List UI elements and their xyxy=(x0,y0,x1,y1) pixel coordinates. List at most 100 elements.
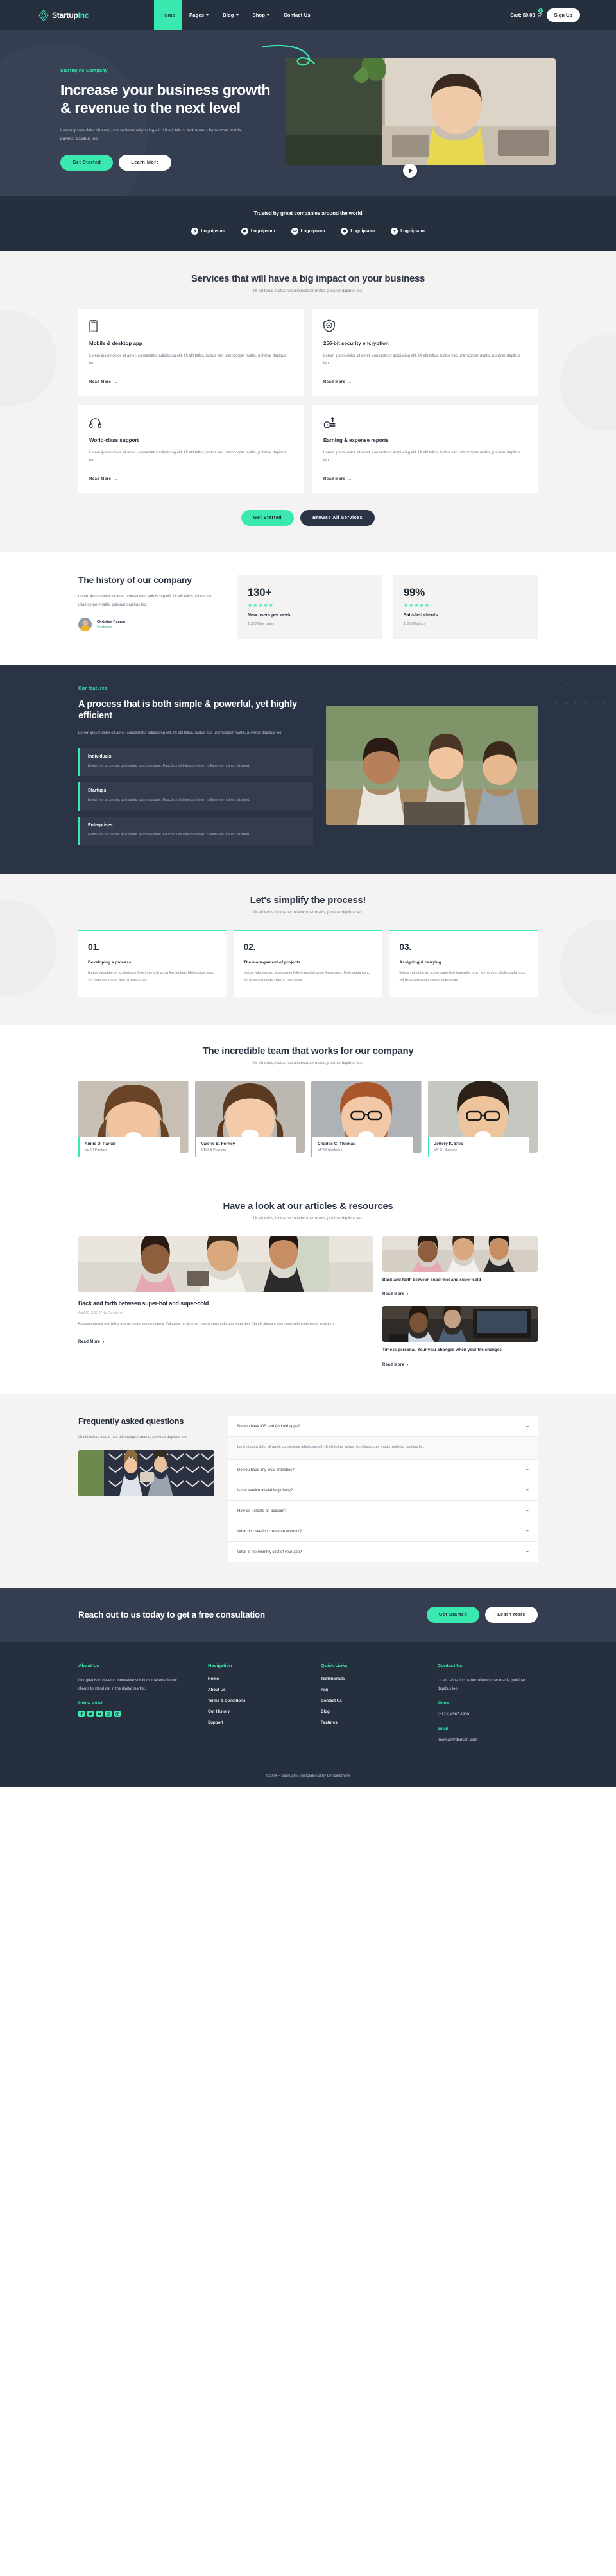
footer-email-label: Email xyxy=(438,1727,449,1731)
footer-link-terms[interactable]: Terms & Conditions xyxy=(208,1699,302,1703)
nav-item-contact-us[interactable]: Contact Us xyxy=(277,0,318,30)
testimonial-person: Christian Regran Customer xyxy=(78,618,226,632)
partner-logo-label: Logoipsum xyxy=(201,228,225,233)
hero-get-started-button[interactable]: Get Started xyxy=(60,154,114,171)
faq-question[interactable]: What do I need to create an account? + xyxy=(228,1521,538,1543)
read-more-link[interactable]: Read More → xyxy=(89,380,118,384)
partner-logo-label: Logoipsum xyxy=(350,228,375,233)
footer-email-value[interactable]: noemail@domain.com xyxy=(438,1736,538,1744)
nav-item-blog[interactable]: Blog xyxy=(216,0,245,30)
faq-question[interactable]: How do I create an account? + xyxy=(228,1501,538,1522)
coins-report-icon xyxy=(323,416,527,429)
signup-button[interactable]: Sign Up xyxy=(546,8,580,22)
footer-link-testimonials[interactable]: Testimonials xyxy=(321,1677,418,1681)
cta-title: Reach out to us today to get a free cons… xyxy=(78,1609,265,1620)
partner-logo: Logoipsum xyxy=(391,227,425,235)
articles-section: Have a look at our articles & resources … xyxy=(0,1181,616,1395)
services-get-started-button[interactable]: Get Started xyxy=(241,509,295,526)
read-more-link[interactable]: Read More → xyxy=(323,380,352,384)
footer-link-our-history[interactable]: Our History xyxy=(208,1709,302,1714)
article-side-title[interactable]: Back and forth between super-hot and sup… xyxy=(382,1277,538,1284)
brand-logo[interactable]: StartupInc xyxy=(38,9,89,21)
bolt-icon xyxy=(191,227,199,235)
cart-link[interactable]: Cart: $0.00 0 xyxy=(510,8,543,18)
simplify-subtitle: Ut elit tellus, luctus nec ullamcorper m… xyxy=(253,910,363,915)
footer-heading: Navigation xyxy=(208,1663,232,1669)
shield-check-icon xyxy=(323,319,527,332)
feature-item-individuals[interactable]: Individuals Morbi non arcu risus quis va… xyxy=(78,747,313,777)
browse-all-services-button[interactable]: Browse All Services xyxy=(300,509,375,526)
faq-question[interactable]: What is the monthly cost of your app? + xyxy=(228,1542,538,1562)
service-text: Lorem ipsum dolor sit amet, consectetur … xyxy=(323,450,520,462)
history-paragraph: Lorem ipsum dolor sit amet, consectetur … xyxy=(78,595,213,607)
footer-link-support[interactable]: Support xyxy=(208,1720,302,1725)
dribbble-icon[interactable] xyxy=(114,1710,121,1717)
faq-question[interactable]: Do you have iOS and Android apps? – xyxy=(228,1416,538,1437)
process-title: The management of projects xyxy=(243,960,301,965)
read-more-link[interactable]: Read More → xyxy=(89,477,118,481)
avatar xyxy=(78,618,92,632)
footer-quick-links-column: Quick Links Testimonials Faq Contact Us … xyxy=(321,1663,418,1743)
process-text: Metus vulputate eu scelerisque felis imp… xyxy=(399,970,526,982)
cta-learn-more-button[interactable]: Learn More xyxy=(485,1607,538,1623)
hero-paragraph: Lorem ipsum dolor sit amet, consectetur … xyxy=(60,128,243,141)
team-member: Annie D. Parker Vp Of Product xyxy=(78,1080,189,1157)
services-title: Services that will have a big impact on … xyxy=(191,273,425,284)
feature-item-text: Morbi non arcu risus quis varius quam qu… xyxy=(88,763,250,768)
process-text: Metus vulputate eu scelerisque felis imp… xyxy=(243,970,370,982)
footer-link-blog[interactable]: Blog xyxy=(321,1709,418,1714)
footer-link-features[interactable]: Features xyxy=(321,1720,418,1725)
chevron-down-icon xyxy=(206,14,209,16)
footer-phone-value[interactable]: (+123) 4567 8900 xyxy=(438,1711,538,1718)
hero-learn-more-button[interactable]: Learn More xyxy=(119,154,172,171)
article-side-card: Back and forth between super-hot and sup… xyxy=(382,1235,538,1299)
article-main: Back and forth between super-hot and sup… xyxy=(78,1235,373,1369)
arrow-right-icon: → xyxy=(114,477,118,481)
nav-item-pages[interactable]: Pages xyxy=(182,0,216,30)
footer-link-faq[interactable]: Faq xyxy=(321,1688,418,1692)
article-side-title[interactable]: Time is personal. Your year changes when… xyxy=(382,1347,538,1353)
footer-heading: Quick Links xyxy=(321,1663,348,1669)
article-title[interactable]: Back and forth between super-hot and sup… xyxy=(78,1300,373,1307)
faq-question[interactable]: Do you have any local branches? + xyxy=(228,1460,538,1481)
process-title: Assigning & carrying xyxy=(399,960,441,965)
footer-link-home[interactable]: Home xyxy=(208,1677,302,1681)
process-number: 02. xyxy=(243,941,256,952)
read-more-link[interactable]: Read More › xyxy=(78,1340,105,1344)
services-subtitle: Ut elit tellus, luctus nec ullamcorper m… xyxy=(253,289,363,293)
read-more-link[interactable]: Read More › xyxy=(382,1363,409,1367)
youtube-icon[interactable] xyxy=(96,1710,103,1717)
person-name: Christian Regran xyxy=(97,620,126,624)
footer-link-contact-us[interactable]: Contact Us xyxy=(321,1699,418,1703)
read-more-link[interactable]: Read More › xyxy=(382,1292,409,1296)
feature-item-startups[interactable]: Startups Morbi non arcu risus quis variu… xyxy=(78,782,313,811)
footer-copyright: ©2024 – StartupInc Template Kit by Bimbe… xyxy=(265,1774,351,1779)
faq-question-text: What is the monthly cost of your app? xyxy=(237,1550,302,1554)
plus-icon: + xyxy=(525,1487,529,1494)
facebook-icon[interactable] xyxy=(78,1710,85,1717)
faq-question[interactable]: Is the service available globally? + xyxy=(228,1480,538,1502)
footer-link-about-us[interactable]: About Us xyxy=(208,1688,302,1692)
twitter-icon[interactable] xyxy=(87,1710,94,1717)
site-header: StartupInc Home Pages Blog Shop Contact … xyxy=(0,0,616,30)
trusted-by-section: Trusted by great companies around the wo… xyxy=(0,196,616,251)
process-title: Developing a process xyxy=(88,960,132,965)
nav-item-shop[interactable]: Shop xyxy=(246,0,277,30)
features-paragraph: Lorem ipsum dolor sit amet, consectetur … xyxy=(78,731,283,736)
plus-icon: + xyxy=(525,1507,529,1514)
stat-sub: 1,300 New users xyxy=(248,622,275,626)
feature-item-enterprises[interactable]: Enterprises Morbi non arcu risus quis va… xyxy=(78,816,313,845)
member-role: Vp Of Product xyxy=(85,1148,107,1152)
team-member: Jeffery K. Stec VP Of Support xyxy=(427,1080,538,1157)
page-root: StartupInc Home Pages Blog Shop Contact … xyxy=(0,0,616,1788)
bolt-icon xyxy=(391,227,398,235)
article-image xyxy=(78,1235,373,1292)
hero-play-button[interactable] xyxy=(403,163,418,178)
minus-icon: – xyxy=(525,1423,529,1430)
articles-title: Have a look at our articles & resources xyxy=(223,1200,393,1212)
read-more-link[interactable]: Read More → xyxy=(323,477,352,481)
wordpress-icon[interactable] xyxy=(105,1710,112,1717)
cta-get-started-button[interactable]: Get Started xyxy=(426,1607,480,1623)
decorative-blob xyxy=(560,919,616,1015)
nav-item-home[interactable]: Home xyxy=(154,0,182,30)
